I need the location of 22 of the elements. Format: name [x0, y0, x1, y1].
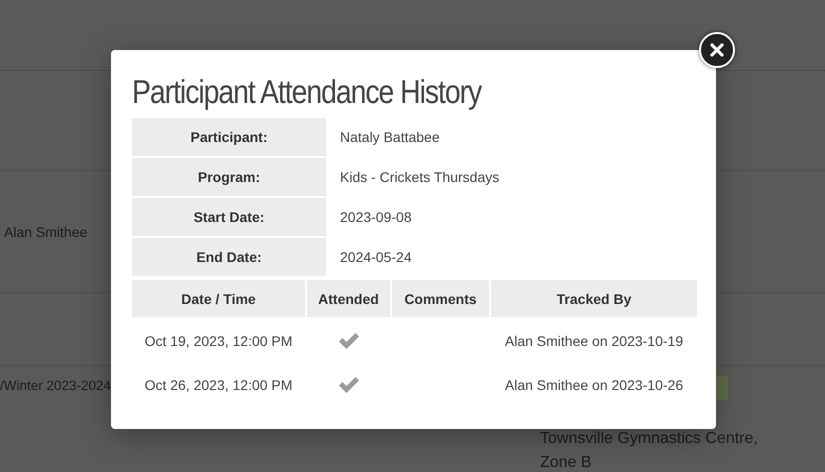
table-cell: Alan Smithee on 2023-10-26: [504, 377, 684, 393]
detail-label: Participant:: [132, 118, 326, 156]
table-cell: Oct 19, 2023, 12:00 PM: [144, 333, 292, 349]
table-cell: Oct 26, 2023, 12:00 PM: [144, 377, 292, 393]
close-button[interactable]: [699, 32, 735, 68]
detail-value: 2023-09-08: [340, 208, 413, 227]
detail-value: Kids - Crickets Thursdays: [340, 168, 500, 187]
column-header: Comments: [392, 280, 489, 317]
column-header: Attended: [307, 280, 390, 317]
table-cell: Alan Smithee on 2023-10-19: [504, 333, 684, 349]
detail-label: Start Date:: [132, 198, 326, 236]
location-label: Townsville Gymnastics Centre, Zone B: [540, 429, 759, 472]
dialog-title: Participant Attendance History: [132, 72, 482, 112]
column-header: Tracked By: [491, 280, 697, 317]
detail-label: End Date:: [132, 238, 326, 276]
tracker-name: Alan Smithee: [4, 224, 88, 240]
detail-value: 2024-05-24: [340, 248, 413, 267]
detail-label: Program:: [132, 158, 326, 196]
close-icon: [710, 43, 724, 57]
column-header: Date / Time: [132, 280, 305, 317]
season-label: /Winter 2023-2024: [0, 378, 112, 393]
detail-value: Nataly Battabee: [340, 128, 441, 147]
